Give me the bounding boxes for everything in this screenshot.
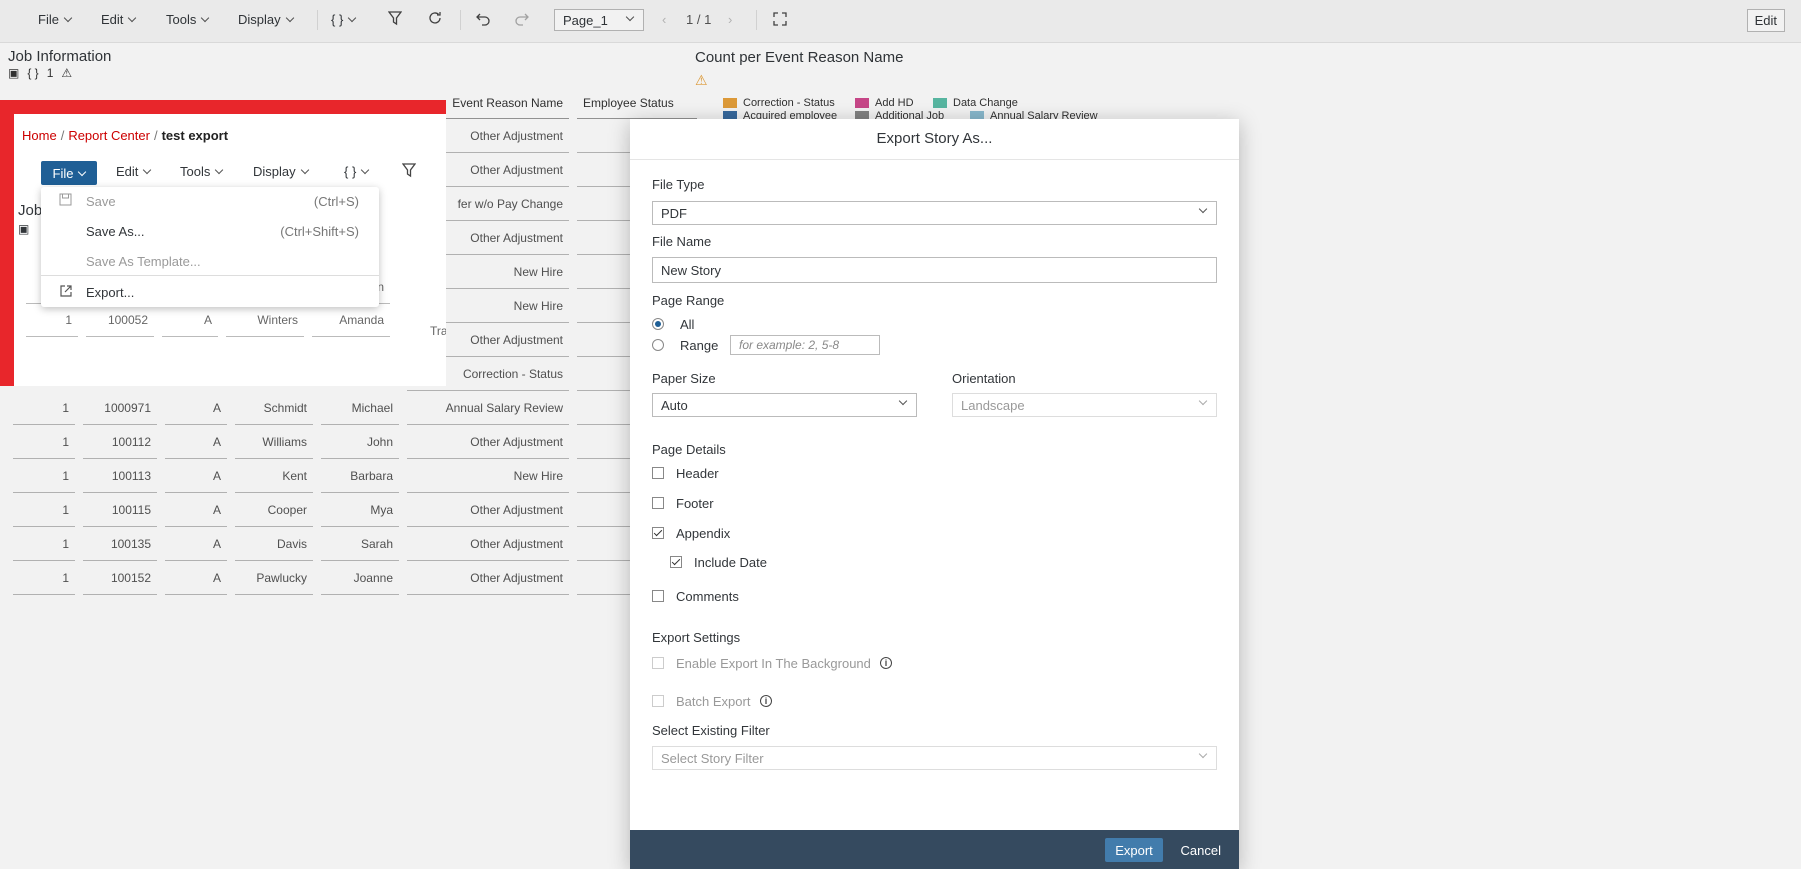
chevron-down-icon [361,165,370,175]
include-date-label: Include Date [694,555,767,570]
menu-item-save-as-shortcut: (Ctrl+Shift+S) [280,223,359,239]
header-checkbox[interactable] [652,467,664,479]
file-name-value: New Story [661,263,721,278]
table-cell: A [162,304,218,337]
inset-tools-label: Tools [180,164,211,179]
menu-item-save-template-label: Save As Template... [86,253,201,269]
export-story-dialog: Export Story As... File Type PDF File Na… [630,119,1239,869]
header-label: Header [676,466,719,481]
inset-file-menu-button[interactable]: File [41,161,97,185]
inset-edit-label: Edit [116,164,139,179]
page-range-placeholder: for example: 2, 5-8 [739,338,840,352]
paper-size-value: Auto [661,398,688,413]
inset-formula-button[interactable]: { } [344,164,370,179]
page-range-label: Page Range [652,293,725,308]
inset-menu-tools[interactable]: Tools [180,164,224,179]
inset-display-label: Display [253,164,296,179]
info-icon[interactable]: i [760,695,772,707]
include-date-checkbox[interactable] [670,556,682,568]
chevron-down-icon [1198,204,1208,214]
orientation-label: Orientation [952,371,1016,386]
menu-item-export[interactable]: Export... [41,278,379,306]
page-details-label: Page Details [652,442,726,457]
file-type-value: PDF [661,206,687,221]
story-filter-placeholder: Select Story Filter [661,751,764,766]
breadcrumb-home[interactable]: Home [22,128,57,143]
breadcrumb-separator: / [153,128,158,143]
comments-label: Comments [676,589,739,604]
table-cell: Winters [226,304,304,337]
table-cell: 1 [26,304,78,337]
filter-icon [402,163,416,178]
breadcrumb-separator: / [60,128,65,143]
dialog-footer: Export Cancel [630,830,1239,869]
cancel-button[interactable]: Cancel [1175,838,1227,862]
dialog-title: Export Story As... [630,119,1239,160]
file-dropdown-menu: Save (Ctrl+S) Save As... (Ctrl+Shift+S) … [41,187,379,307]
footer-label: Footer [676,496,714,511]
table-row: 1 100052 A Winters Amanda [26,304,390,337]
inset-file-label: File [52,165,74,181]
chevron-down-icon [143,165,152,175]
inset-truncated-cell: Tra [430,324,446,338]
chevron-down-icon [215,165,224,175]
comments-checkbox[interactable] [652,590,664,602]
background-export-checkbox[interactable] [652,657,664,669]
page-range-all-radio[interactable] [652,318,664,330]
save-icon [59,193,73,209]
file-type-label: File Type [652,177,705,192]
chevron-down-icon [78,167,87,176]
page-range-range-label: Range [680,338,719,353]
chevron-down-icon [300,165,309,175]
file-name-label: File Name [652,234,712,249]
export-button[interactable]: Export [1105,838,1163,862]
export-icon [59,284,73,301]
background-export-label: Enable Export In The Background [676,656,871,671]
file-name-input[interactable]: New Story [652,257,1217,283]
table-cell: 100052 [86,304,154,337]
orientation-select[interactable]: Landscape [952,393,1217,417]
inset-filter-button[interactable] [402,162,416,178]
menu-item-export-label: Export... [86,284,135,300]
footer-checkbox[interactable] [652,497,664,509]
menu-item-save[interactable]: Save (Ctrl+S) [41,187,379,215]
page-range-range-radio[interactable] [652,339,664,351]
inset-menu-display[interactable]: Display [253,164,309,179]
page-range-all-label: All [680,317,695,332]
paper-size-label: Paper Size [652,371,716,386]
menu-item-save-as-label: Save As... [86,223,145,239]
appendix-checkbox[interactable] [652,527,664,539]
chevron-down-icon [898,396,908,406]
inset-job-title: Job [18,202,43,219]
inset-menu-edit[interactable]: Edit [116,164,152,179]
batch-export-label: Batch Export [676,694,751,709]
story-filter-select[interactable]: Select Story Filter [652,746,1217,770]
info-icon[interactable]: i [880,657,892,669]
menu-divider [41,275,379,276]
orientation-value: Landscape [961,398,1025,413]
menu-item-save-label: Save [86,193,116,209]
table-cell: Amanda [312,304,390,337]
filter-label: Select Existing Filter [652,723,770,738]
breadcrumb-current: test export [161,128,229,143]
chevron-down-icon [1198,749,1208,759]
file-type-select[interactable]: PDF [652,201,1217,225]
export-settings-label: Export Settings [652,630,741,645]
appendix-label: Appendix [676,526,731,541]
chevron-down-icon [1198,396,1208,406]
breadcrumb-report-center[interactable]: Report Center [68,128,150,143]
menu-item-save-shortcut: (Ctrl+S) [313,193,359,209]
menu-item-save-as[interactable]: Save As... (Ctrl+Shift+S) [41,217,379,245]
paper-size-select[interactable]: Auto [652,393,917,417]
menu-item-save-as-template[interactable]: Save As Template... [41,247,379,275]
formula-icon: { } [344,164,357,179]
cube-icon: ▣ [18,222,30,236]
breadcrumb: Home / Report Center / test export [22,128,228,143]
page-range-input[interactable]: for example: 2, 5-8 [730,335,880,355]
batch-export-checkbox[interactable] [652,695,664,707]
